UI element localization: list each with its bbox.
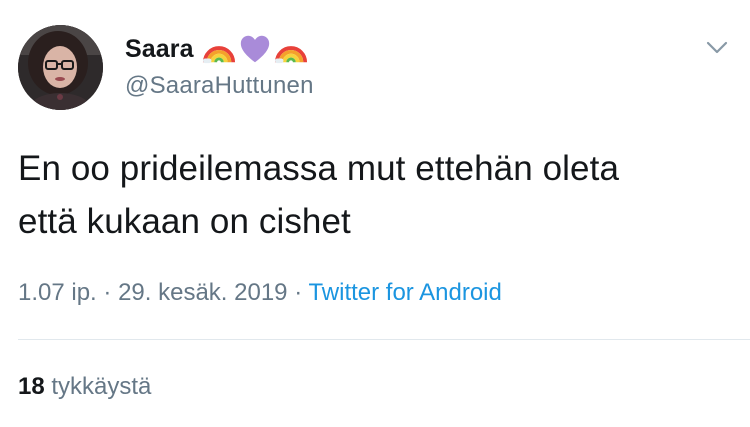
avatar-photo xyxy=(18,25,103,110)
chevron-down-icon[interactable] xyxy=(703,36,731,58)
user-handle[interactable]: @SaaraHuttunen xyxy=(125,72,314,100)
tweet-source-link[interactable]: Twitter for Android xyxy=(308,279,501,306)
purple-heart-icon xyxy=(240,35,269,63)
meta-separator: · xyxy=(294,279,309,306)
rainbow-emoji-icon xyxy=(274,46,307,64)
rainbow-emoji-icon xyxy=(202,46,235,64)
likes-label: tykkäystä xyxy=(51,373,152,400)
divider xyxy=(18,339,750,340)
display-name[interactable]: Saara xyxy=(125,35,194,64)
name-emojis xyxy=(202,33,308,65)
tweet-date[interactable]: 29. kesäk. 2019 xyxy=(118,279,287,306)
tweet-time[interactable]: 1.07 ip. xyxy=(18,279,97,306)
meta-separator: · xyxy=(103,279,119,306)
tweet-meta: 1.07 ip. · 29. kesäk. 2019 · Twitter for… xyxy=(18,279,502,307)
likes-count: 18 xyxy=(18,373,45,400)
avatar[interactable] xyxy=(18,25,103,110)
author-name-row: Saara xyxy=(125,32,308,66)
tweet-card: Saara @SaaraHuttunen En oo prideilemassa… xyxy=(0,0,750,427)
tweet-text-line: En oo prideilemassa mut ettehän oleta xyxy=(18,149,620,188)
likes-stat[interactable]: 18 tykkäystä xyxy=(18,373,151,401)
tweet-text-line: että kukaan on cishet xyxy=(18,202,351,241)
tweet-text: En oo prideilemassa mut ettehän oleta et… xyxy=(18,142,733,248)
